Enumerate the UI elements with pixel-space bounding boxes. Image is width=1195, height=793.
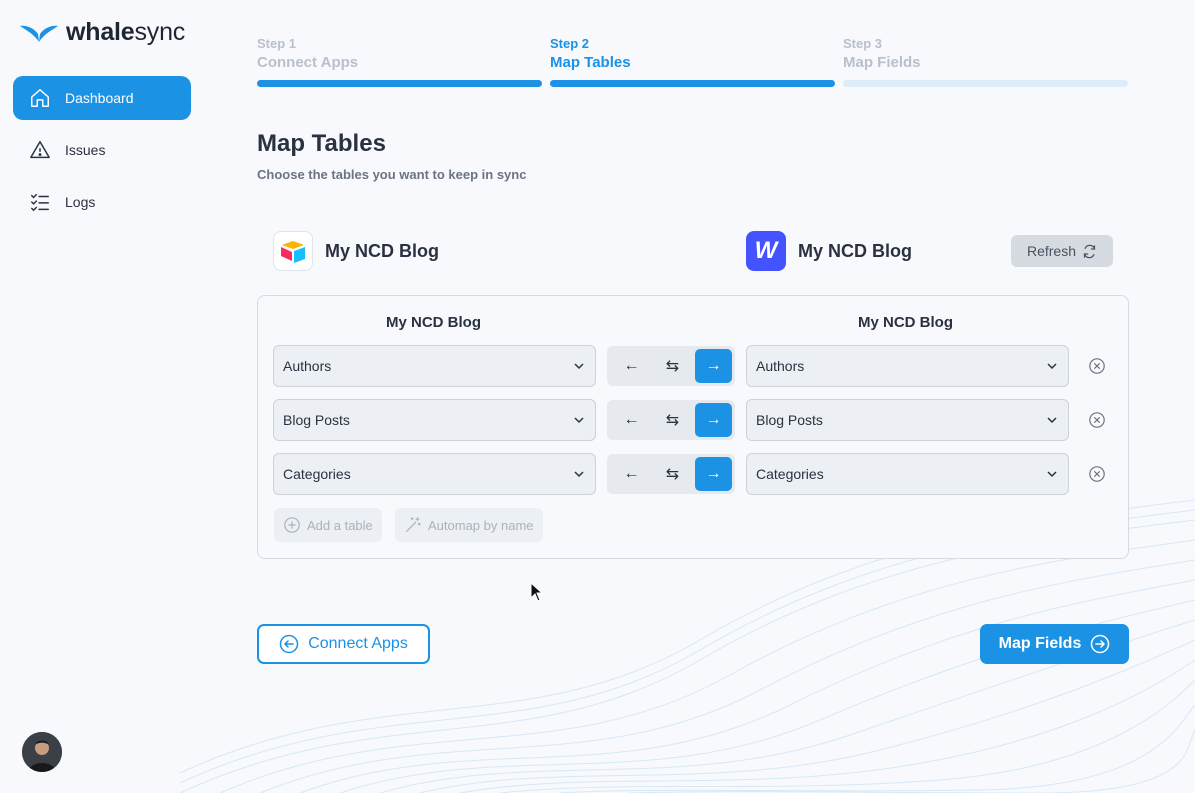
bidirectional-icon[interactable]: ⇆ <box>654 349 691 383</box>
sidebar-item-label: Issues <box>65 142 106 158</box>
step-connect-apps[interactable]: Step 1 Connect Apps <box>257 36 542 87</box>
bidirectional-icon[interactable]: ⇆ <box>654 403 691 437</box>
arrow-left-icon[interactable]: ← <box>613 349 650 383</box>
chevron-down-icon <box>1047 471 1057 478</box>
chevron-down-icon <box>1047 363 1057 370</box>
sync-direction-toggle: ← ⇆ → <box>607 346 735 386</box>
sidebar-nav: Dashboard Issues Logs <box>13 76 191 232</box>
step-map-tables[interactable]: Step 2 Map Tables <box>550 36 835 87</box>
arrow-right-icon[interactable]: → <box>695 403 732 437</box>
arrow-right-circle-icon <box>1091 634 1110 654</box>
add-table-label: Add a table <box>307 517 373 533</box>
destination-table-select[interactable]: Categories <box>746 453 1069 495</box>
brand-name: whalesync <box>66 18 186 46</box>
mapping-row: Blog Posts ← ⇆ → Blog Posts <box>273 399 1106 441</box>
source-table-select[interactable]: Authors <box>273 345 596 387</box>
source-app-name: My NCD Blog <box>325 240 439 261</box>
step-number: Step 3 <box>843 36 883 51</box>
select-value: Authors <box>283 358 332 374</box>
add-table-button[interactable]: Add a table <box>274 508 382 542</box>
sidebar-item-label: Logs <box>65 194 96 210</box>
step-progress-bar <box>257 80 542 87</box>
arrow-left-circle-icon <box>279 634 299 654</box>
destination-table-select[interactable]: Blog Posts <box>746 399 1069 441</box>
remove-row-icon[interactable] <box>1088 357 1106 375</box>
avatar[interactable] <box>22 732 62 772</box>
airtable-icon <box>273 231 313 271</box>
refresh-button[interactable]: Refresh <box>1011 235 1113 267</box>
select-value: Blog Posts <box>756 412 823 428</box>
select-value: Categories <box>283 466 351 482</box>
user-photo-icon <box>22 732 62 772</box>
step-map-fields[interactable]: Step 3 Map Fields <box>843 36 1128 87</box>
arrow-left-icon[interactable]: ← <box>613 403 650 437</box>
chevron-down-icon <box>574 471 584 478</box>
chevron-down-icon <box>1047 417 1057 424</box>
sync-direction-toggle: ← ⇆ → <box>607 454 735 494</box>
back-connect-apps-button[interactable]: Connect Apps <box>257 624 430 664</box>
table-mapping-card: My NCD Blog My NCD Blog Authors ← ⇆ → Au… <box>257 295 1129 559</box>
automap-button[interactable]: Automap by name <box>395 508 543 542</box>
next-map-fields-button[interactable]: Map Fields <box>980 624 1129 664</box>
plus-circle-icon <box>284 517 300 533</box>
select-value: Categories <box>756 466 824 482</box>
step-progress-bar <box>843 80 1128 87</box>
logo[interactable]: whalesync <box>20 18 185 47</box>
page-title: Map Tables <box>257 130 386 157</box>
automap-label: Automap by name <box>428 517 534 533</box>
sidebar: whalesync Dashboard Issues Logs <box>0 0 205 793</box>
next-button-label: Map Fields <box>998 635 1082 652</box>
magic-wand-icon <box>406 517 421 532</box>
select-value: Authors <box>756 358 805 374</box>
home-icon <box>31 89 49 107</box>
sidebar-item-dashboard[interactable]: Dashboard <box>13 76 191 120</box>
page-subtitle: Choose the tables you want to keep in sy… <box>257 167 527 182</box>
sidebar-item-label: Dashboard <box>65 90 134 106</box>
remove-row-icon[interactable] <box>1088 411 1106 429</box>
checklist-icon <box>31 193 49 212</box>
step-number: Step 2 <box>550 36 590 51</box>
chevron-down-icon <box>574 363 584 370</box>
arrow-right-icon[interactable]: → <box>695 457 732 491</box>
step-label: Map Fields <box>843 54 921 71</box>
source-column-header: My NCD Blog <box>386 314 481 331</box>
step-label: Connect Apps <box>257 54 359 71</box>
destination-app-name: My NCD Blog <box>798 240 912 261</box>
bidirectional-icon[interactable]: ⇆ <box>654 457 691 491</box>
remove-row-icon[interactable] <box>1088 465 1106 483</box>
step-progress-bar <box>550 80 835 87</box>
destination-app-header: W My NCD Blog <box>746 231 912 271</box>
source-app-header: My NCD Blog <box>273 231 439 271</box>
webflow-icon: W <box>746 231 786 271</box>
stepper: Step 1 Connect Apps Step 2 Map Tables St… <box>257 36 1128 87</box>
sidebar-item-logs[interactable]: Logs <box>13 180 191 224</box>
mapping-row: Authors ← ⇆ → Authors <box>273 345 1106 387</box>
arrow-left-icon[interactable]: ← <box>613 457 650 491</box>
chevron-down-icon <box>574 417 584 424</box>
sidebar-item-issues[interactable]: Issues <box>13 128 191 172</box>
step-number: Step 1 <box>257 36 297 51</box>
source-table-select[interactable]: Categories <box>273 453 596 495</box>
source-table-select[interactable]: Blog Posts <box>273 399 596 441</box>
refresh-icon <box>1083 244 1096 258</box>
back-button-label: Connect Apps <box>308 635 408 652</box>
refresh-button-label: Refresh <box>1026 243 1077 259</box>
whale-tail-icon <box>20 25 58 42</box>
select-value: Blog Posts <box>283 412 350 428</box>
destination-table-select[interactable]: Authors <box>746 345 1069 387</box>
mapping-row: Categories ← ⇆ → Categories <box>273 453 1106 495</box>
destination-column-header: My NCD Blog <box>858 314 953 331</box>
mouse-cursor-icon <box>530 582 544 602</box>
sync-direction-toggle: ← ⇆ → <box>607 400 735 440</box>
arrow-right-icon[interactable]: → <box>695 349 732 383</box>
step-label: Map Tables <box>550 54 631 71</box>
warning-icon <box>30 141 50 159</box>
